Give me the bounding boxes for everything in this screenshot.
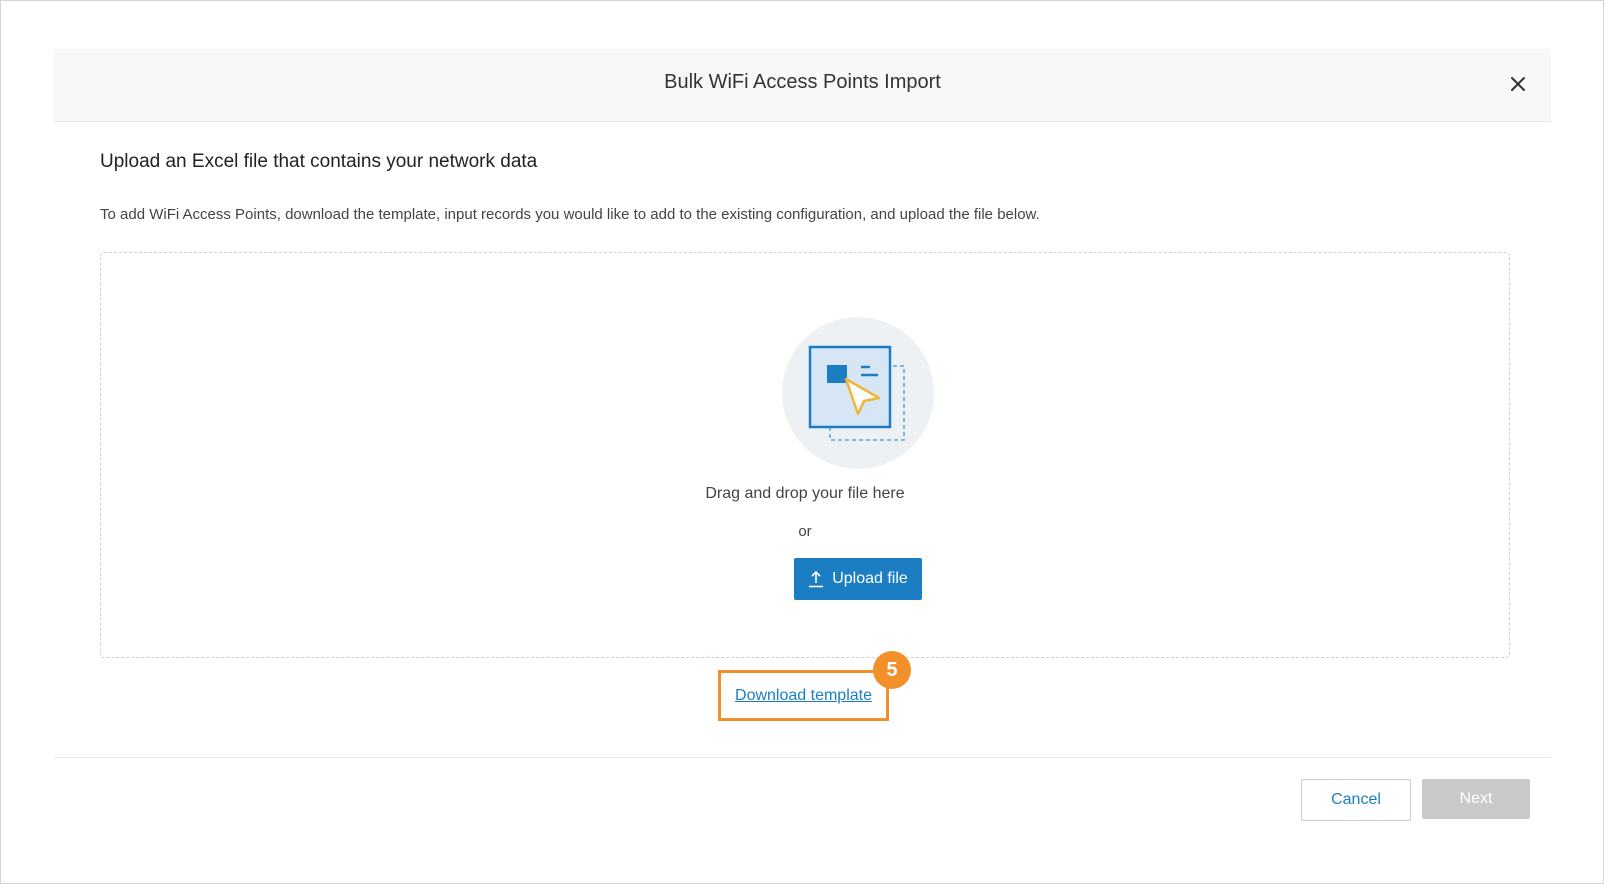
modal-header: Bulk WiFi Access Points Import — [54, 49, 1551, 122]
cancel-button[interactable]: Cancel — [1301, 779, 1411, 821]
download-template-highlight: Download template — [718, 670, 889, 721]
window-frame: Bulk WiFi Access Points Import Upload an… — [0, 0, 1604, 884]
modal-title: Bulk WiFi Access Points Import — [664, 71, 941, 93]
drag-drop-text: Drag and drop your file here — [705, 485, 905, 502]
file-dropzone[interactable]: Drag and drop your file here or Upload f… — [100, 252, 1510, 658]
close-icon — [1511, 77, 1525, 91]
or-separator: or — [798, 523, 812, 540]
section-heading: Upload an Excel file that contains your … — [100, 151, 538, 172]
next-button[interactable]: Next — [1422, 779, 1530, 819]
upload-file-label: Upload file — [832, 570, 908, 587]
step-badge: 5 — [873, 651, 911, 689]
footer-divider — [54, 757, 1551, 758]
import-modal: Bulk WiFi Access Points Import Upload an… — [54, 49, 1551, 836]
close-button[interactable] — [1507, 73, 1529, 95]
download-template-link[interactable]: Download template — [721, 687, 886, 705]
file-drop-icon — [782, 317, 934, 469]
instructions-text: To add WiFi Access Points, download the … — [100, 206, 1040, 223]
upload-file-button[interactable]: Upload file — [794, 558, 922, 600]
upload-icon — [809, 570, 824, 588]
